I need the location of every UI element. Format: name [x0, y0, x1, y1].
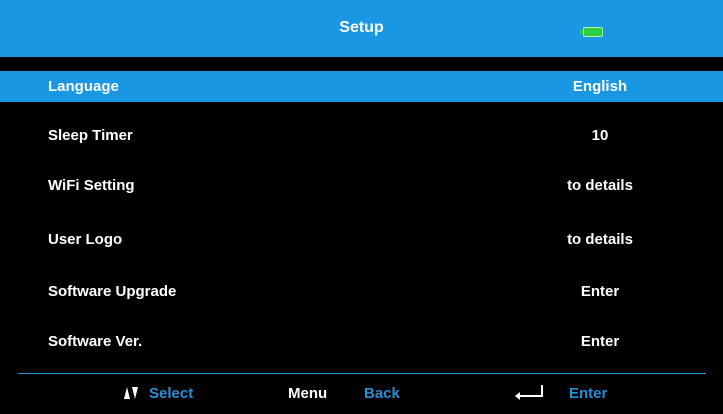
page-title: Setup — [339, 19, 384, 36]
battery-icon — [580, 27, 603, 37]
menu-item-value: 10 — [591, 127, 609, 144]
title-bar: Setup — [0, 0, 723, 57]
menu-item-label: Language — [48, 78, 119, 95]
menu-item-label: Software Upgrade — [48, 283, 177, 300]
menu-item-wifi-setting[interactable]: WiFi Setting to details — [0, 170, 723, 201]
up-down-arrows-icon — [124, 387, 138, 399]
menu-item-sleep-timer[interactable]: Sleep Timer 10 — [0, 120, 723, 151]
select-hint-label: Select — [149, 385, 194, 402]
menu-item-language[interactable]: Language English — [0, 71, 723, 102]
menu-item-value: Enter — [580, 283, 620, 300]
footer-divider — [18, 373, 706, 374]
menu-item-value: Enter — [580, 333, 620, 350]
menu-item-label: User Logo — [48, 231, 123, 248]
back-hint-label: Back — [364, 385, 400, 402]
enter-return-icon — [515, 385, 543, 400]
menu-item-label: Software Ver. — [48, 333, 143, 350]
menu-item-software-upgrade[interactable]: Software Upgrade Enter — [0, 276, 723, 307]
menu-item-label: Sleep Timer — [48, 127, 133, 144]
menu-item-value: to details — [567, 177, 633, 194]
menu-item-software-ver[interactable]: Software Ver. Enter — [0, 326, 723, 357]
menu-item-label: WiFi Setting — [48, 177, 135, 194]
enter-hint-label: Enter — [569, 385, 608, 402]
menu-item-value: English — [572, 78, 628, 95]
menu-key-label[interactable]: Menu — [288, 385, 327, 402]
menu-item-user-logo[interactable]: User Logo to details — [0, 224, 723, 255]
menu-item-value: to details — [567, 231, 633, 248]
